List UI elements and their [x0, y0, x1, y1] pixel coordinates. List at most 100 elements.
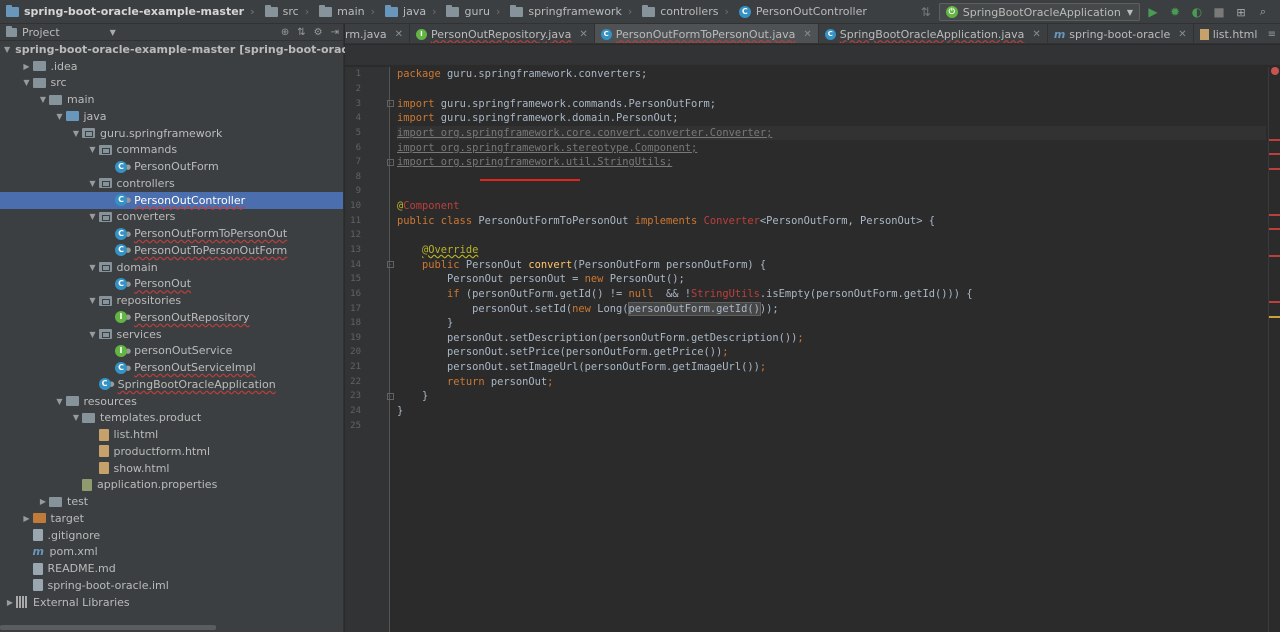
tree-item[interactable]: I ● personOutService	[0, 343, 343, 360]
breadcrumb-springframework[interactable]: springframework ›	[504, 0, 636, 24]
tree-item[interactable]: ▼ controllers	[0, 175, 343, 192]
breadcrumb-controllers[interactable]: controllers ›	[636, 0, 733, 24]
chevron-right-icon[interactable]: ▶	[21, 62, 33, 71]
search-icon[interactable]: ⌕	[1254, 3, 1272, 21]
chevron-right-icon[interactable]: ▶	[21, 514, 33, 523]
tree-item[interactable]: C ● PersonOutServiceImpl	[0, 359, 343, 376]
locate-icon[interactable]: ⊕	[281, 27, 289, 38]
error-mark[interactable]	[1269, 168, 1280, 170]
editor-tab[interactable]: m spring-boot-oracle ✕	[1048, 24, 1194, 43]
close-icon[interactable]: ✕	[579, 29, 587, 40]
breadcrumb-personoutcontroller[interactable]: C PersonOutController	[733, 0, 871, 24]
error-stripe[interactable]	[1268, 67, 1280, 632]
gear-icon[interactable]: ⚙	[314, 27, 323, 38]
stop-button[interactable]: ■	[1210, 3, 1228, 21]
tree-item[interactable]: ▼ converters	[0, 209, 343, 226]
collapse-all-icon[interactable]: ⇅	[297, 27, 305, 38]
tree-item[interactable]: list.html	[0, 426, 343, 443]
tree-item[interactable]: ▼ guru.springframework	[0, 125, 343, 142]
tree-item[interactable]: spring-boot-oracle.iml	[0, 577, 343, 594]
error-mark[interactable]	[1269, 139, 1280, 141]
breadcrumb-src[interactable]: src ›	[259, 0, 313, 24]
tree-item[interactable]: C ● PersonOutToPersonOutForm	[0, 242, 343, 259]
chevron-down-icon[interactable]: ▼	[54, 397, 66, 406]
interface-icon: I	[115, 311, 127, 324]
debug-button[interactable]: ✹	[1166, 3, 1184, 21]
chevron-down-icon[interactable]: ▼	[87, 330, 99, 339]
chevron-down-icon[interactable]: ▼	[4, 45, 10, 54]
chevron-down-icon[interactable]: ▼	[87, 263, 99, 272]
chevron-right-icon[interactable]: ▶	[37, 497, 49, 506]
chevron-down-icon[interactable]: ▼	[87, 212, 99, 221]
tree-item[interactable]: C ● PersonOutController	[0, 191, 343, 209]
tree-item[interactable]: ▼ templates.product	[0, 410, 343, 427]
code-editor[interactable]: 1 package guru.springframework.converters…	[345, 45, 1280, 632]
tree-item[interactable]: ▼ services	[0, 326, 343, 343]
chevron-down-icon[interactable]: ▼	[54, 112, 66, 121]
tree-item[interactable]: ▶ target	[0, 510, 343, 527]
chevron-down-icon[interactable]: ▼	[37, 95, 49, 104]
project-panel-title[interactable]: Project	[22, 26, 60, 39]
tree-item[interactable]: I ● PersonOutRepository	[0, 309, 343, 326]
error-mark[interactable]	[1269, 301, 1280, 303]
breadcrumb-main[interactable]: main ›	[313, 0, 379, 24]
editor-tab[interactable]: C SpringBootOracleApplication.java ✕	[819, 24, 1048, 43]
tree-item[interactable]: show.html	[0, 460, 343, 477]
tree-item[interactable]: productform.html	[0, 443, 343, 460]
breadcrumb-project[interactable]: spring-boot-oracle-example-master ›	[0, 0, 259, 24]
run-configuration-select[interactable]: ⏻ SpringBootOracleApplication ▼	[938, 3, 1140, 21]
chevron-down-icon[interactable]: ▼	[70, 413, 82, 422]
chevron-down-icon[interactable]: ▼	[70, 129, 82, 138]
tree-item[interactable]: ▼ commands	[0, 142, 343, 159]
source-folder-icon	[385, 4, 399, 17]
tree-item[interactable]: ▶ External Libraries	[0, 594, 343, 611]
tree-item[interactable]: application.properties	[0, 477, 343, 494]
close-icon[interactable]: ✕	[803, 29, 811, 40]
code-area[interactable]: 1 package guru.springframework.converters…	[350, 67, 1266, 433]
run-button[interactable]: ▶	[1144, 3, 1162, 21]
class-icon: C	[824, 28, 836, 40]
tree-item[interactable]: ▼ repositories	[0, 292, 343, 309]
tree-item[interactable]: m pom.xml	[0, 544, 343, 561]
editor-tab[interactable]: rm.java ✕	[345, 24, 410, 43]
tree-item[interactable]: ▼ main	[0, 91, 343, 108]
chevron-right-icon[interactable]: ▶	[4, 598, 16, 607]
warning-mark[interactable]	[1269, 316, 1280, 318]
breadcrumb-java[interactable]: java ›	[379, 0, 440, 24]
close-icon[interactable]: ✕	[1178, 29, 1186, 40]
hide-icon[interactable]: ⇥	[331, 27, 339, 38]
chevron-down-icon[interactable]: ▼	[21, 78, 33, 87]
error-mark[interactable]	[1269, 214, 1280, 216]
breadcrumb-guru[interactable]: guru ›	[440, 0, 504, 24]
coverage-button[interactable]: ◐	[1188, 3, 1206, 21]
tree-item[interactable]: .gitignore	[0, 527, 343, 544]
tree-item[interactable]: README.md	[0, 560, 343, 577]
tree-item[interactable]: C ● SpringBootOracleApplication	[0, 376, 343, 393]
tree-item[interactable]: ▼ spring-boot-oracle-example-master [sprin…	[0, 41, 420, 58]
horizontal-scrollbar[interactable]	[0, 625, 216, 630]
tree-item[interactable]: C ● PersonOutFormToPersonOut	[0, 225, 343, 242]
close-icon[interactable]: ✕	[1032, 29, 1040, 40]
tree-item[interactable]: C ● PersonOut	[0, 276, 343, 293]
error-mark[interactable]	[1269, 228, 1280, 230]
tree-item[interactable]: ▶ test	[0, 493, 343, 510]
error-indicator-icon[interactable]	[1271, 67, 1279, 75]
error-mark[interactable]	[1269, 255, 1280, 257]
chevron-down-icon[interactable]: ▼	[87, 179, 99, 188]
tree-item[interactable]: ▼ java	[0, 108, 343, 125]
chevron-down-icon[interactable]: ▼	[110, 28, 116, 37]
error-mark[interactable]	[1269, 153, 1280, 155]
tree-item[interactable]: C ● PersonOutForm	[0, 158, 343, 175]
editor-tab[interactable]: I PersonOutRepository.java ✕	[410, 24, 595, 43]
close-icon[interactable]: ✕	[395, 29, 403, 40]
tree-item[interactable]: ▼ resources	[0, 393, 343, 410]
build-icon[interactable]: ⇅	[917, 3, 935, 21]
editor-tab[interactable]: C PersonOutFormToPersonOut.java ✕	[594, 24, 819, 43]
tree-item[interactable]: ▼ domain	[0, 259, 343, 276]
tree-item[interactable]: ▼ src	[0, 75, 343, 92]
more-tabs-icon[interactable]: ≡	[1263, 24, 1276, 43]
chevron-down-icon[interactable]: ▼	[87, 296, 99, 305]
tree-item[interactable]: ▶ .idea	[0, 58, 343, 75]
chevron-down-icon[interactable]: ▼	[87, 145, 99, 154]
structure-icon[interactable]: ⊞	[1232, 3, 1250, 21]
